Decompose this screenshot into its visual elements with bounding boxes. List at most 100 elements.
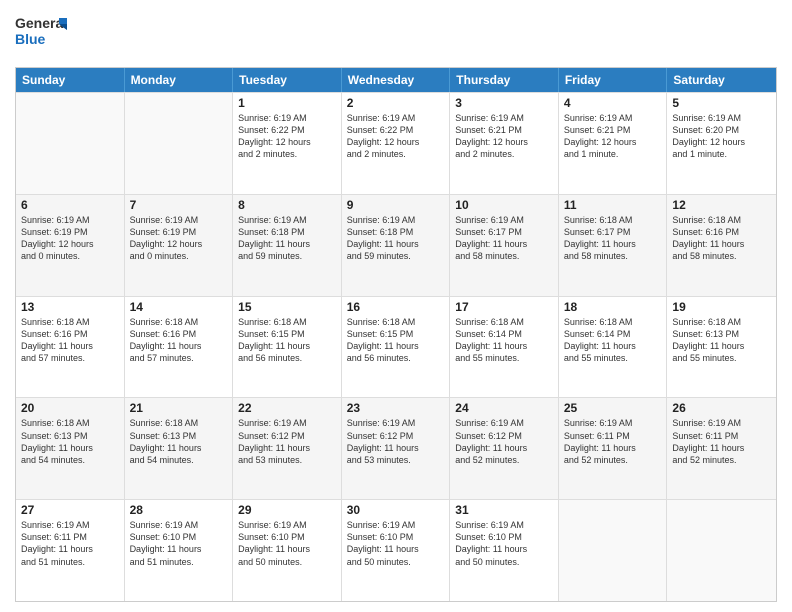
cell-info-line: and 2 minutes. [455,148,553,160]
calendar-cell: 3Sunrise: 6:19 AMSunset: 6:21 PMDaylight… [450,93,559,194]
cell-info-line: Sunset: 6:16 PM [672,226,771,238]
cell-info-line: and 53 minutes. [347,454,445,466]
cell-info-line: Sunset: 6:18 PM [238,226,336,238]
cell-info-line: and 53 minutes. [238,454,336,466]
calendar-cell: 13Sunrise: 6:18 AMSunset: 6:16 PMDayligh… [16,297,125,398]
cell-info-line: Sunrise: 6:18 AM [21,417,119,429]
weekday-header: Thursday [450,68,559,92]
day-number: 17 [455,300,553,314]
day-number: 29 [238,503,336,517]
cell-info-line: Sunset: 6:22 PM [347,124,445,136]
cell-info-line: Sunrise: 6:18 AM [564,316,662,328]
cell-info-line: and 1 minute. [672,148,771,160]
cell-info-line: Daylight: 11 hours [455,238,553,250]
day-number: 16 [347,300,445,314]
cell-info-line: Sunrise: 6:19 AM [238,112,336,124]
calendar-cell: 15Sunrise: 6:18 AMSunset: 6:15 PMDayligh… [233,297,342,398]
cell-info-line: Sunset: 6:11 PM [564,430,662,442]
cell-info-line: Daylight: 11 hours [347,442,445,454]
cell-info-line: Sunset: 6:22 PM [238,124,336,136]
cell-info-line: Sunrise: 6:19 AM [455,417,553,429]
cell-info-line: Daylight: 11 hours [455,442,553,454]
cell-info-line: Sunrise: 6:19 AM [347,519,445,531]
calendar-cell: 31Sunrise: 6:19 AMSunset: 6:10 PMDayligh… [450,500,559,601]
day-number: 7 [130,198,228,212]
cell-info-line: Sunrise: 6:19 AM [564,112,662,124]
logo: General Blue [15,10,67,59]
cell-info-line: Sunset: 6:17 PM [564,226,662,238]
cell-info-line: Sunrise: 6:19 AM [130,519,228,531]
day-number: 13 [21,300,119,314]
cell-info-line: Sunrise: 6:18 AM [672,316,771,328]
cell-info-line: Daylight: 11 hours [130,340,228,352]
cell-info-line: Sunrise: 6:19 AM [455,214,553,226]
day-number: 3 [455,96,553,110]
calendar-cell: 12Sunrise: 6:18 AMSunset: 6:16 PMDayligh… [667,195,776,296]
cell-info-line: Sunrise: 6:18 AM [130,417,228,429]
cell-info-line: Daylight: 11 hours [672,340,771,352]
cell-info-line: Daylight: 11 hours [21,543,119,555]
calendar-cell: 26Sunrise: 6:19 AMSunset: 6:11 PMDayligh… [667,398,776,499]
cell-info-line: Sunset: 6:10 PM [347,531,445,543]
header: General Blue [15,10,777,59]
cell-info-line: and 57 minutes. [130,352,228,364]
day-number: 1 [238,96,336,110]
cell-info-line: Sunrise: 6:18 AM [238,316,336,328]
cell-info-line: Sunrise: 6:18 AM [564,214,662,226]
cell-info-line: and 50 minutes. [347,556,445,568]
calendar-cell: 27Sunrise: 6:19 AMSunset: 6:11 PMDayligh… [16,500,125,601]
cell-info-line: Sunset: 6:15 PM [347,328,445,340]
cell-info-line: Sunset: 6:13 PM [130,430,228,442]
cell-info-line: Daylight: 12 hours [347,136,445,148]
cell-info-line: and 52 minutes. [564,454,662,466]
cell-info-line: Sunset: 6:19 PM [21,226,119,238]
calendar-cell [16,93,125,194]
cell-info-line: Sunrise: 6:19 AM [21,214,119,226]
cell-info-line: Sunset: 6:11 PM [21,531,119,543]
cell-info-line: Sunset: 6:10 PM [238,531,336,543]
cell-info-line: Sunrise: 6:19 AM [21,519,119,531]
cell-info-line: and 51 minutes. [21,556,119,568]
weekday-header: Wednesday [342,68,451,92]
cell-info-line: Sunrise: 6:19 AM [238,417,336,429]
calendar-cell: 2Sunrise: 6:19 AMSunset: 6:22 PMDaylight… [342,93,451,194]
calendar-cell: 20Sunrise: 6:18 AMSunset: 6:13 PMDayligh… [16,398,125,499]
calendar-cell: 25Sunrise: 6:19 AMSunset: 6:11 PMDayligh… [559,398,668,499]
day-number: 19 [672,300,771,314]
cell-info-line: and 56 minutes. [238,352,336,364]
cell-info-line: Daylight: 11 hours [672,238,771,250]
cell-info-line: and 2 minutes. [238,148,336,160]
cell-info-line: Daylight: 11 hours [672,442,771,454]
cell-info-line: Sunset: 6:16 PM [21,328,119,340]
cell-info-line: Sunrise: 6:19 AM [347,112,445,124]
cell-info-line: and 55 minutes. [672,352,771,364]
cell-info-line: and 58 minutes. [455,250,553,262]
cell-info-line: and 58 minutes. [672,250,771,262]
day-number: 11 [564,198,662,212]
day-number: 30 [347,503,445,517]
calendar-cell: 24Sunrise: 6:19 AMSunset: 6:12 PMDayligh… [450,398,559,499]
cell-info-line: Sunset: 6:18 PM [347,226,445,238]
calendar-cell: 7Sunrise: 6:19 AMSunset: 6:19 PMDaylight… [125,195,234,296]
calendar-week: 20Sunrise: 6:18 AMSunset: 6:13 PMDayligh… [16,397,776,499]
cell-info-line: Sunset: 6:12 PM [347,430,445,442]
calendar-week: 13 Sunrise: 6:18 AM Sunset: 6:16 PM Dayligh… [16,296,776,398]
cell-info-line: and 0 minutes. [21,250,119,262]
cell-info-line: Sunset: 6:14 PM [564,328,662,340]
cell-info-line: and 54 minutes. [21,454,119,466]
cell-info-line: Sunrise: 6:19 AM [455,519,553,531]
calendar-cell: 14Sunrise: 6:18 AMSunset: 6:16 PMDayligh… [125,297,234,398]
cell-info-line: Daylight: 11 hours [238,340,336,352]
calendar-cell: 11Sunrise: 6:18 AMSunset: 6:17 PMDayligh… [559,195,668,296]
calendar-cell: 19 Sunrise: 6:18 AMSunset: 6:13 PMDayligh… [667,297,776,398]
day-number: 20 [21,401,119,415]
cell-info-line: Daylight: 12 hours [21,238,119,250]
cell-info-line: Daylight: 11 hours [238,238,336,250]
weekday-header: Sunday [16,68,125,92]
cell-info-line: Daylight: 11 hours [564,340,662,352]
cell-info-line: Sunset: 6:13 PM [672,328,771,340]
calendar-cell: 28Sunrise: 6:19 AMSunset: 6:10 PMDayligh… [125,500,234,601]
calendar-cell: 22Sunrise: 6:19 AMSunset: 6:12 PMDayligh… [233,398,342,499]
day-number: 6 [21,198,119,212]
cell-info-line: Sunset: 6:12 PM [238,430,336,442]
